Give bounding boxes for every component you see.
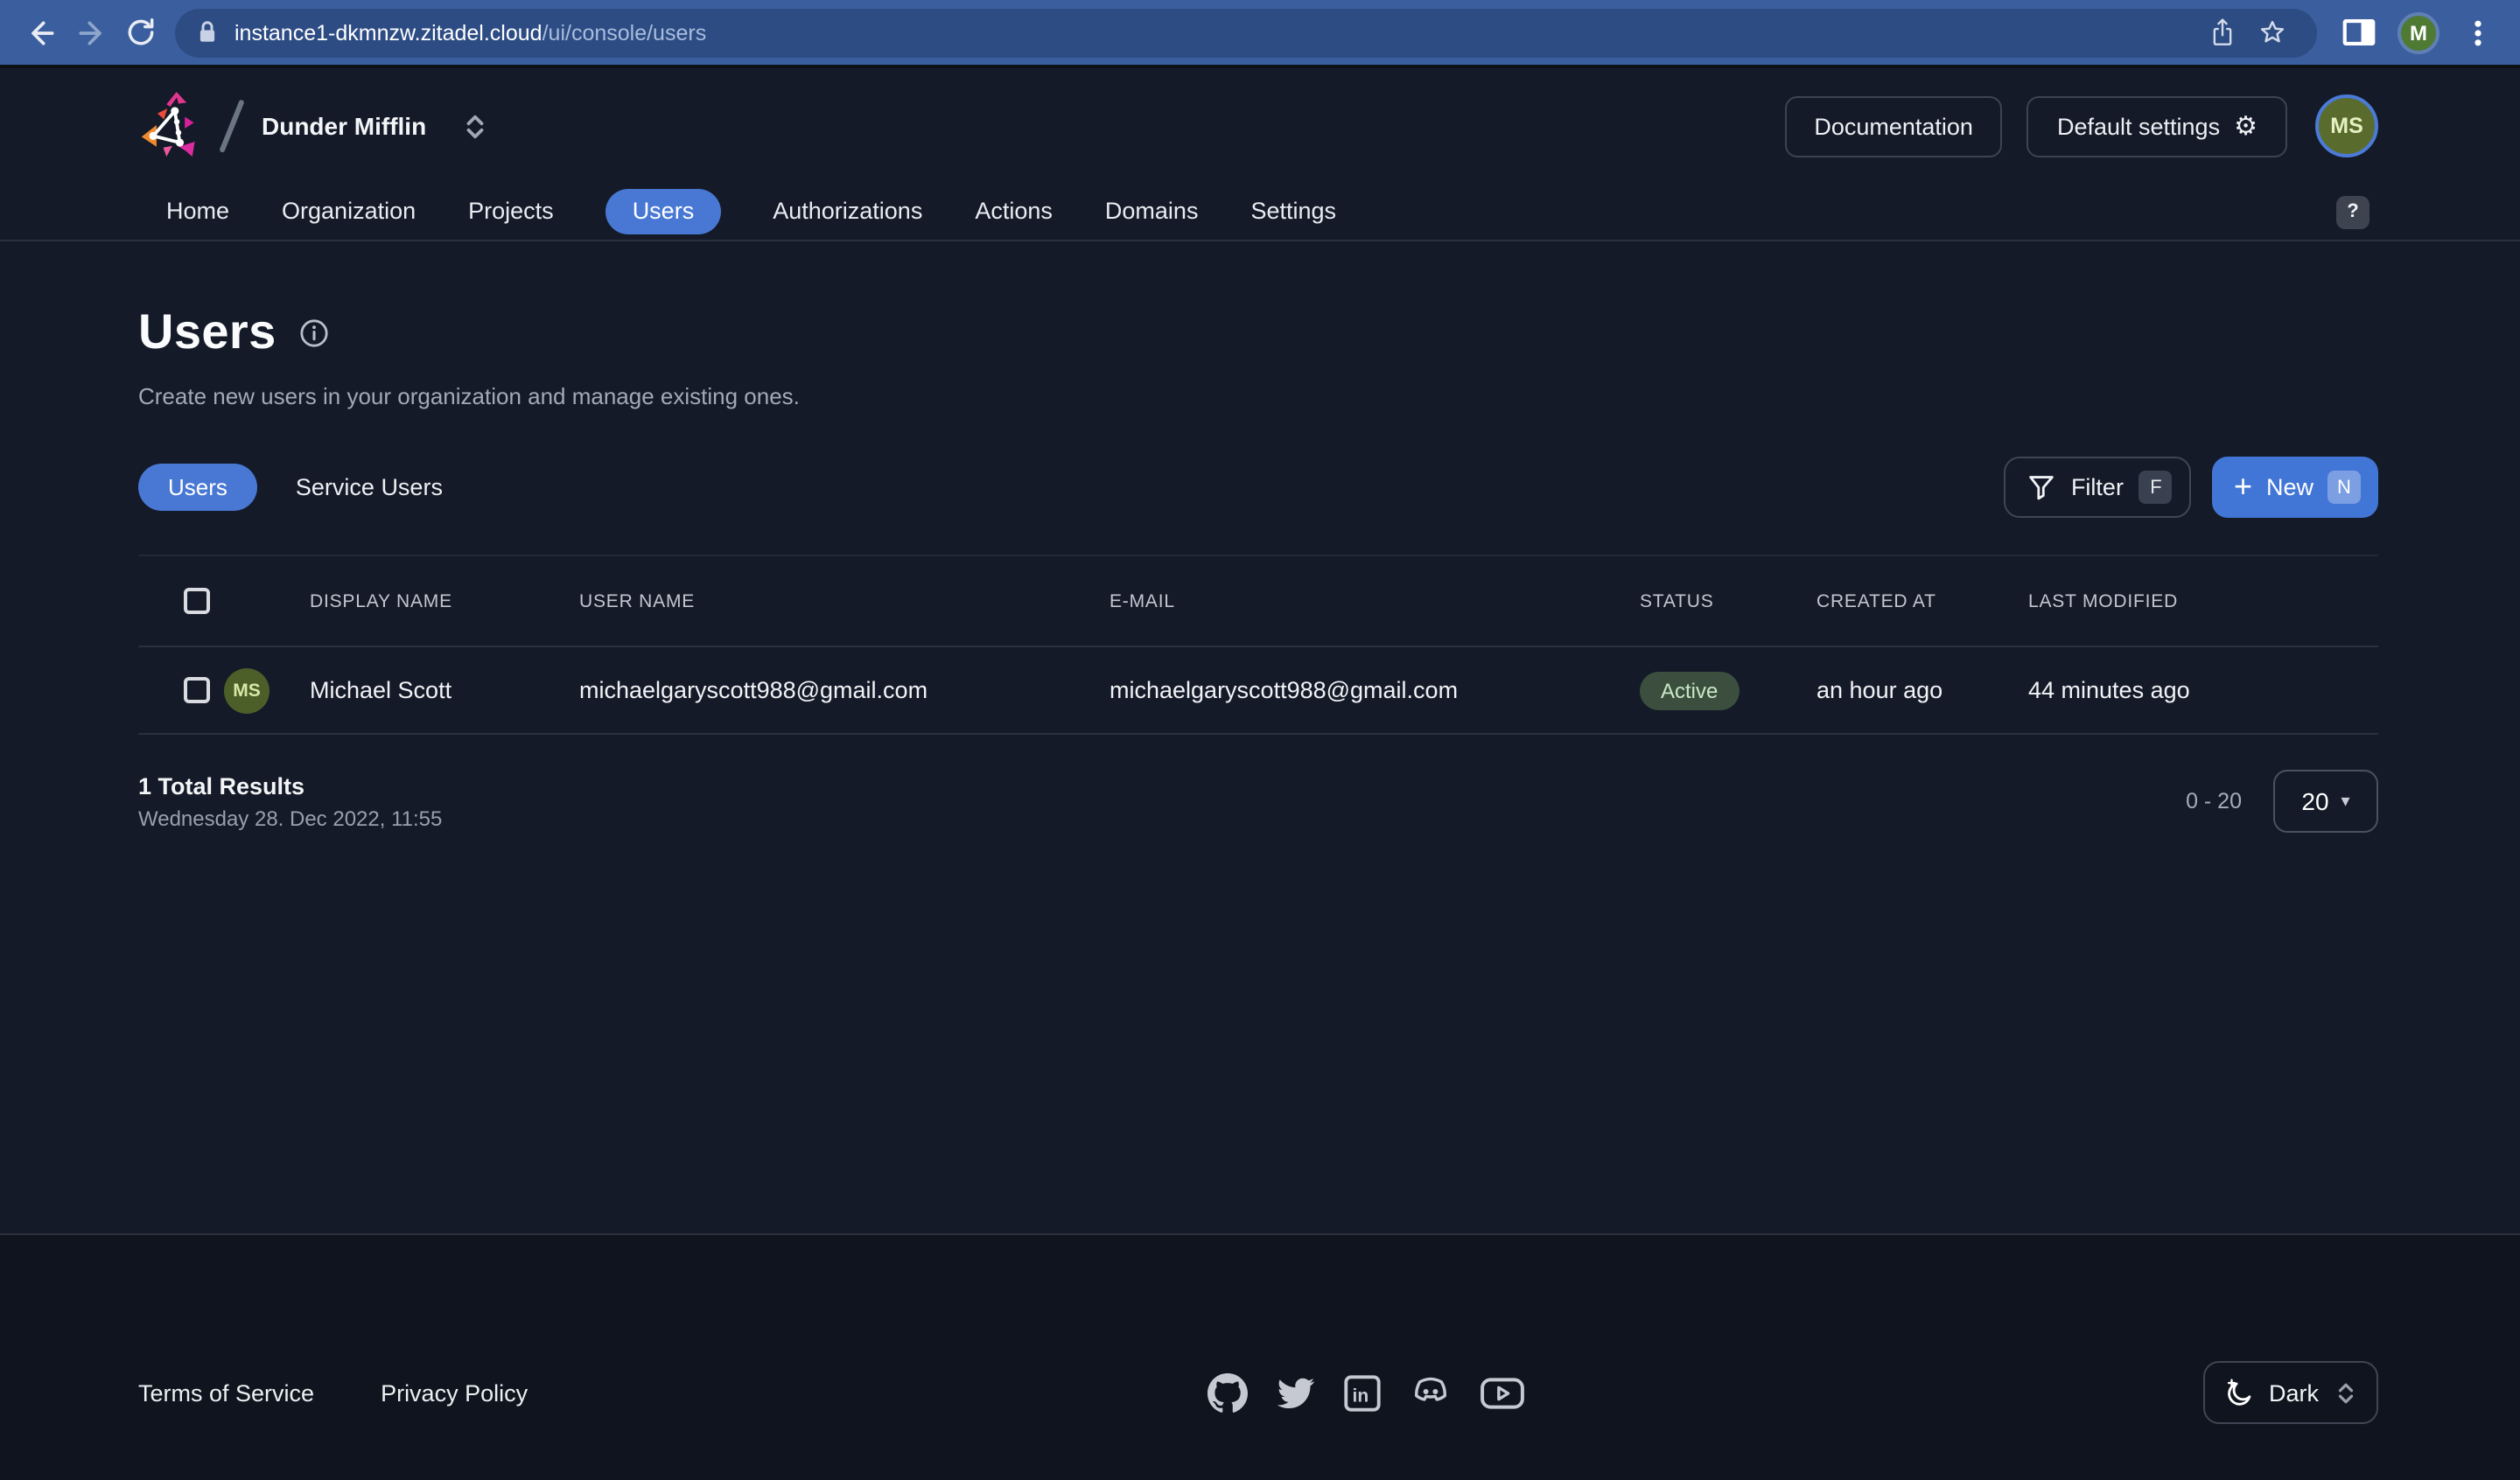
caret-down-icon: ▾ — [2342, 792, 2350, 811]
nav-item-organization[interactable]: Organization — [282, 189, 416, 234]
tab-service-users[interactable]: Service Users — [296, 474, 443, 500]
users-table: DISPLAY NAME USER NAME E-MAIL STATUS CRE… — [138, 555, 2378, 735]
zitadel-console: instance1-dkmnzw.zitadel.cloud/ui/consol… — [0, 0, 2520, 1480]
tab-users[interactable]: Users — [138, 464, 257, 511]
col-email: E-MAIL — [1110, 590, 1640, 611]
page-subtitle: Create new users in your organization an… — [138, 383, 2378, 409]
browser-menu-button[interactable] — [2454, 10, 2502, 55]
filter-button[interactable]: Filter F — [2005, 457, 2192, 518]
nav-item-actions[interactable]: Actions — [975, 189, 1053, 234]
info-icon[interactable] — [299, 318, 329, 347]
table-row[interactable]: MS Michael Scott michaelgaryscott988@gma… — [138, 647, 2378, 735]
star-icon — [2257, 17, 2286, 47]
twitter-link[interactable] — [1275, 1372, 1315, 1413]
nav-item-authorizations[interactable]: Authorizations — [773, 189, 922, 234]
back-arrow-icon — [24, 15, 60, 50]
linkedin-link[interactable]: in — [1343, 1374, 1380, 1411]
discord-link[interactable] — [1408, 1373, 1452, 1412]
moon-icon — [2223, 1378, 2253, 1407]
cell-email: michaelgaryscott988@gmail.com — [1110, 677, 1640, 703]
org-switcher-button[interactable] — [461, 113, 487, 139]
row-checkbox[interactable] — [184, 677, 210, 703]
url-host: instance1-dkmnzw.zitadel.cloud — [234, 20, 542, 45]
svg-text:in: in — [1352, 1386, 1368, 1406]
plus-icon: + — [2234, 470, 2252, 501]
browser-back-button[interactable] — [18, 10, 66, 55]
reload-icon — [123, 16, 157, 49]
theme-selector[interactable]: Dark — [2202, 1361, 2378, 1424]
col-display-name: DISPLAY NAME — [310, 590, 579, 611]
cell-last-modified: 44 minutes ago — [2028, 677, 2378, 703]
discord-icon — [1408, 1373, 1452, 1412]
social-links: in — [1207, 1372, 1523, 1413]
documentation-button[interactable]: Documentation — [1784, 95, 2003, 157]
new-shortcut-badge: N — [2328, 471, 2361, 504]
terms-of-service-link[interactable]: Terms of Service — [138, 1379, 314, 1406]
page-size-select[interactable]: 20 ▾ — [2273, 770, 2378, 833]
kebab-menu-icon — [2464, 17, 2492, 48]
new-user-button[interactable]: + New N — [2213, 457, 2378, 518]
main-nav: Home Organization Projects Users Authori… — [0, 184, 2520, 241]
pagination-range: 0 - 20 — [2186, 789, 2242, 813]
col-user-name: USER NAME — [579, 590, 1110, 611]
youtube-link[interactable] — [1480, 1374, 1523, 1411]
forward-arrow-icon — [74, 15, 108, 50]
side-panel-icon — [2342, 17, 2376, 47]
results-timestamp: Wednesday 28. Dec 2022, 11:55 — [138, 806, 442, 831]
share-button[interactable] — [2198, 10, 2247, 55]
nav-item-home[interactable]: Home — [166, 189, 229, 234]
browser-toolbar: instance1-dkmnzw.zitadel.cloud/ui/consol… — [0, 0, 2520, 68]
filter-shortcut-badge: F — [2139, 471, 2173, 504]
unfold-chevrons-icon — [2334, 1381, 2357, 1404]
browser-forward-button[interactable] — [66, 10, 116, 55]
col-created-at: CREATED AT — [1816, 590, 2028, 611]
filter-funnel-icon — [2029, 474, 2055, 500]
table-header-row: DISPLAY NAME USER NAME E-MAIL STATUS CRE… — [138, 556, 2378, 647]
github-icon — [1207, 1372, 1247, 1413]
cell-user-name: michaelgaryscott988@gmail.com — [579, 677, 1110, 703]
url-path: /ui/console/users — [542, 20, 707, 45]
org-name[interactable]: Dunder Mifflin — [262, 112, 426, 140]
total-results: 1 Total Results — [138, 773, 442, 799]
zitadel-logo[interactable] — [138, 89, 205, 163]
browser-profile-avatar[interactable]: M — [2398, 11, 2440, 53]
address-bar[interactable]: instance1-dkmnzw.zitadel.cloud/ui/consol… — [175, 8, 2317, 57]
bookmark-button[interactable] — [2247, 10, 2296, 55]
default-settings-button[interactable]: Default settings ⚙ — [2027, 95, 2287, 157]
nav-item-settings[interactable]: Settings — [1250, 189, 1336, 234]
twitter-icon — [1275, 1372, 1315, 1413]
page-title: Users — [138, 304, 276, 360]
linkedin-icon: in — [1343, 1374, 1380, 1411]
row-avatar: MS — [224, 667, 270, 713]
gear-icon: ⚙ — [2234, 113, 2258, 139]
breadcrumb-slash — [219, 99, 244, 152]
privacy-policy-link[interactable]: Privacy Policy — [381, 1379, 528, 1406]
console-header: Dunder Mifflin Documentation Default set… — [0, 68, 2520, 184]
cell-display-name: Michael Scott — [310, 677, 579, 703]
lock-icon — [196, 19, 219, 45]
youtube-icon — [1480, 1374, 1523, 1411]
browser-reload-button[interactable] — [116, 10, 164, 55]
side-panel-button[interactable] — [2334, 10, 2384, 55]
unfold-chevrons-icon — [461, 113, 487, 139]
status-badge: Active — [1640, 671, 1739, 709]
table-footer: 1 Total Results Wednesday 28. Dec 2022, … — [138, 773, 2378, 833]
nav-item-projects[interactable]: Projects — [468, 189, 554, 234]
github-link[interactable] — [1207, 1372, 1247, 1413]
user-avatar-button[interactable]: MS — [2315, 94, 2378, 157]
page-footer: Terms of Service Privacy Policy in Dark — [0, 1233, 2520, 1480]
select-all-checkbox[interactable] — [184, 588, 210, 614]
nav-item-users[interactable]: Users — [606, 189, 721, 234]
col-last-modified: LAST MODIFIED — [2028, 590, 2378, 611]
users-page: Users Create new users in your organizat… — [0, 304, 2520, 833]
col-status: STATUS — [1640, 590, 1816, 611]
cell-created-at: an hour ago — [1816, 677, 2028, 703]
nav-item-domains[interactable]: Domains — [1105, 189, 1199, 234]
help-button[interactable]: ? — [2336, 195, 2370, 228]
share-icon — [2208, 17, 2236, 47]
